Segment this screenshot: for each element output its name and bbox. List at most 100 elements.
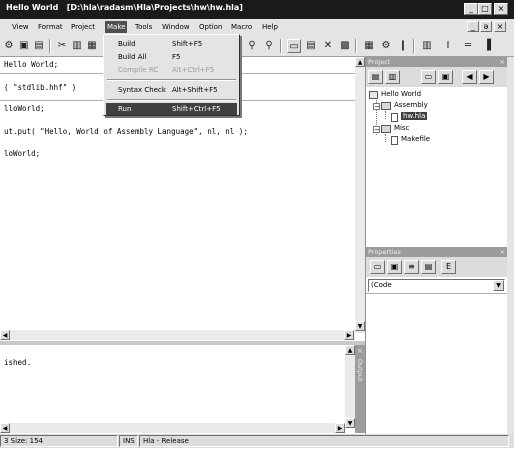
list-icon[interactable]: ≡ (404, 260, 419, 274)
menu-item-syntax-check[interactable]: Syntax Check Alt+Shift+F5 (106, 84, 237, 96)
code-line: ( "stdlib.hhf" ) (4, 83, 77, 92)
save-icon[interactable]: ▣ (17, 39, 31, 53)
menu-item-compile-rc[interactable]: Compile RC Alt+Ctrl+F5 (106, 64, 237, 76)
menu-item-label: Syntax Check (118, 86, 166, 94)
file-view-icon[interactable]: ▥ (385, 70, 400, 84)
project-view-icon[interactable]: ▤ (368, 70, 383, 84)
project-toggle-icon[interactable]: ▭ (287, 39, 301, 53)
menu-item-build[interactable]: Build Shift+F5 (106, 38, 237, 50)
gear-icon[interactable]: ⚙ (379, 39, 393, 53)
folder-icon (381, 102, 391, 110)
menu-option[interactable]: Option (199, 21, 222, 33)
text-icon[interactable]: E (441, 260, 456, 274)
status-build: Hla - Release (139, 435, 509, 447)
details-icon[interactable]: ▤ (421, 260, 436, 274)
forward-icon[interactable]: ▶ (479, 70, 494, 84)
menu-project[interactable]: Project (71, 21, 95, 33)
tools-icon[interactable]: ✕ (321, 39, 335, 53)
code-line: loWorld; (4, 149, 41, 158)
folder-icon[interactable]: ▭ (421, 70, 436, 84)
grid-icon[interactable]: ▦ (362, 39, 376, 53)
menu-item-shortcut: Shift+Ctrl+F5 (172, 105, 221, 113)
cursor-icon[interactable]: I (441, 39, 455, 53)
toolbar-separator (280, 39, 282, 53)
menu-item-label: Run (118, 105, 132, 113)
menu-tools[interactable]: Tools (135, 21, 152, 33)
output-scroll-up-icon[interactable]: ▲ (345, 345, 355, 355)
refresh-icon[interactable]: ▣ (438, 70, 453, 84)
paste-icon[interactable]: ▦ (85, 39, 99, 53)
cut-icon[interactable]: ✂ (55, 39, 69, 53)
output-icon[interactable]: ▥ (420, 39, 434, 53)
project-root-icon (369, 91, 378, 99)
tree-group-label[interactable]: Assembly (394, 101, 428, 109)
scroll-left-icon[interactable]: ◀ (0, 330, 10, 340)
save-all-icon[interactable]: ▤ (32, 39, 46, 53)
split-icon[interactable]: ▌ (484, 39, 498, 53)
editor-horizontal-scrollbar[interactable]: ◀ ▶ (0, 330, 355, 340)
doc-minimize-button[interactable]: _ (467, 21, 479, 32)
menu-macro[interactable]: Macro (231, 21, 252, 33)
tree-group-label[interactable]: Misc (394, 124, 409, 132)
output-scroll-left-icon[interactable]: ◀ (0, 423, 10, 433)
menu-separator (107, 99, 236, 101)
menu-window[interactable]: Window (162, 21, 190, 33)
back-icon[interactable]: ◀ (462, 70, 477, 84)
close-button[interactable]: × (494, 3, 508, 15)
project-close-icon[interactable]: × (500, 57, 505, 67)
scroll-up-icon[interactable]: ▲ (355, 57, 365, 67)
window-frame (507, 57, 514, 434)
menu-item-build-all[interactable]: Build All F5 (106, 51, 237, 63)
menu-item-shortcut: F5 (172, 53, 181, 61)
replace-icon[interactable]: ⚲ (262, 39, 276, 53)
menu-format[interactable]: Format (38, 21, 63, 33)
scroll-right-icon[interactable]: ▶ (344, 330, 354, 340)
menu-help[interactable]: Help (262, 21, 278, 33)
minimize-button[interactable]: _ (464, 3, 478, 15)
properties-panel: Properties × ▭ ▣ ≡ ▤ E (Code ▼ (365, 247, 508, 434)
expand-toggle-icon[interactable]: − (373, 126, 380, 134)
frame-icon[interactable]: ▣ (387, 260, 402, 274)
properties-toggle-icon[interactable]: ▤ (304, 39, 318, 53)
doc-close-button[interactable]: × (494, 21, 506, 32)
code-line: Hello World; (4, 60, 59, 69)
editor-vertical-scrollbar[interactable]: ▲ ▼ (355, 57, 365, 333)
combobox-value: (Code (371, 281, 392, 289)
make-menu-dropdown: Build Shift+F5 Build All F5 Compile RC A… (103, 34, 240, 116)
tree-file-label[interactable]: hw.hla (401, 112, 428, 120)
line-icon[interactable]: ═ (461, 39, 475, 53)
pin-icon[interactable]: ❙ (396, 39, 410, 53)
doc-restore-button[interactable]: ə (480, 21, 492, 32)
code-line: ut.put( "Hello, World of Assembly Langua… (4, 127, 248, 136)
output-vertical-scrollbar[interactable]: ▲ ▼ (345, 345, 355, 428)
new-file-icon[interactable]: ⚙ (2, 39, 16, 53)
properties-toolbar: ▭ ▣ ≡ ▤ E (366, 257, 508, 277)
maximize-button[interactable]: □ (478, 3, 492, 15)
tree-file-label[interactable]: Makefile (401, 135, 430, 143)
window-icon[interactable]: ▭ (370, 260, 385, 274)
menu-item-shortcut: Alt+Ctrl+F5 (172, 66, 215, 74)
find-icon[interactable]: ⚲ (245, 39, 259, 53)
scroll-down-icon[interactable]: ▼ (355, 321, 365, 331)
output-panel[interactable]: ished. (0, 345, 345, 433)
settings-icon[interactable]: ▩ (338, 39, 352, 53)
properties-combobox[interactable]: (Code ▼ (368, 279, 505, 292)
menu-view[interactable]: View (12, 21, 29, 33)
copy-icon[interactable]: ▥ (70, 39, 84, 53)
menu-make[interactable]: Make (105, 21, 128, 33)
tree-root-label[interactable]: Hello World (381, 90, 421, 98)
menu-item-shortcut: Shift+F5 (172, 40, 203, 48)
properties-caption-label: Properties (368, 248, 401, 256)
output-scroll-right-icon[interactable]: ▶ (335, 423, 345, 433)
folder-icon (381, 125, 391, 133)
chevron-down-icon[interactable]: ▼ (493, 280, 504, 291)
properties-close-icon[interactable]: × (500, 247, 505, 257)
menu-item-run[interactable]: Run Shift+Ctrl+F5 (106, 103, 237, 115)
output-horizontal-scrollbar[interactable]: ◀ ▶ (0, 423, 345, 433)
expand-toggle-icon[interactable]: − (373, 103, 380, 111)
output-close-icon[interactable]: × (356, 347, 364, 355)
output-label: Output (356, 359, 364, 382)
output-scroll-down-icon[interactable]: ▼ (345, 418, 355, 428)
toolbar-separator (49, 39, 51, 53)
menu-item-label: Build All (118, 53, 147, 61)
